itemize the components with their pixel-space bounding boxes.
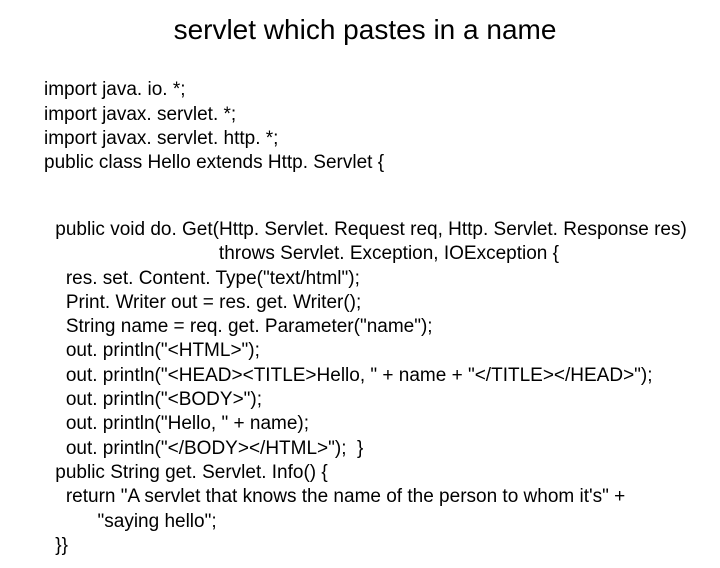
code-line: out. println("Hello, " + name); — [50, 413, 309, 434]
code-line: import java. io. *; — [44, 79, 186, 100]
code-line: public String get. Servlet. Info() { — [50, 462, 328, 483]
code-line: import javax. servlet. http. *; — [44, 128, 278, 149]
code-line: String name = req. get. Parameter("name"… — [50, 316, 433, 337]
code-line: }} — [50, 535, 68, 556]
code-imports: import java. io. *; import javax. servle… — [44, 54, 690, 176]
code-body: public void do. Get(Http. Servlet. Reque… — [50, 194, 690, 559]
code-line: throws Servlet. Exception, IOException { — [50, 243, 559, 264]
code-line: public void do. Get(Http. Servlet. Reque… — [50, 219, 687, 240]
code-line: out. println("<HTML>"); — [50, 340, 260, 361]
slide: servlet which pastes in a name import ja… — [0, 0, 720, 568]
code-line: "saying hello"; — [50, 511, 217, 532]
code-line: import javax. servlet. *; — [44, 104, 236, 125]
slide-title: servlet which pastes in a name — [40, 14, 690, 46]
code-line: out. println("<BODY>"); — [50, 389, 262, 410]
code-line: out. println("</BODY></HTML>"); } — [50, 438, 363, 459]
code-line: res. set. Content. Type("text/html"); — [50, 268, 360, 289]
code-line: out. println("<HEAD><TITLE>Hello, " + na… — [50, 365, 653, 386]
code-line: return "A servlet that knows the name of… — [50, 486, 625, 507]
code-line: public class Hello extends Http. Servlet… — [44, 152, 384, 173]
code-line: Print. Writer out = res. get. Writer(); — [50, 292, 361, 313]
